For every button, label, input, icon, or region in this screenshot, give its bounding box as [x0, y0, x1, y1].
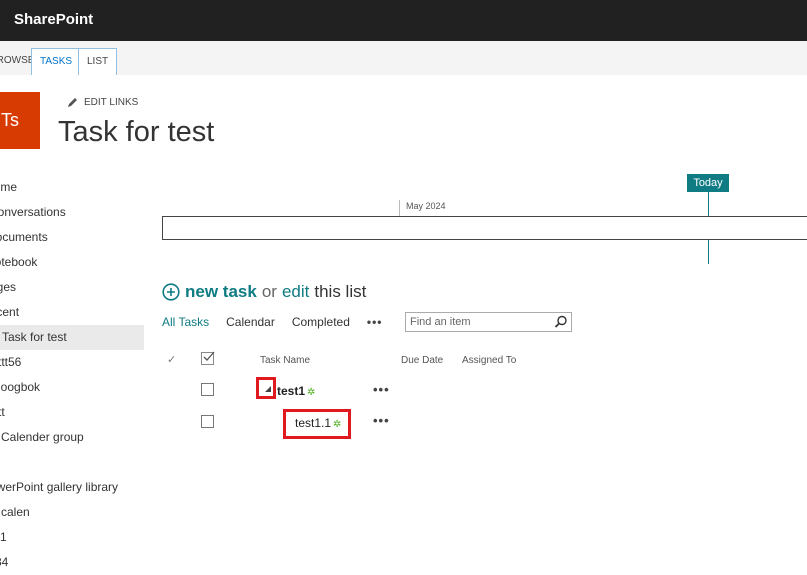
- new-item-icon: ✲: [333, 419, 342, 430]
- sidebar-item-34[interactable]: 34: [0, 550, 144, 575]
- timeline-today-marker: Today: [687, 174, 729, 192]
- site-logo[interactable]: Ts: [0, 92, 40, 149]
- suite-bar: SharePoint: [0, 0, 807, 41]
- sidebar-item-1[interactable]: 1: [0, 525, 144, 550]
- new-task-link[interactable]: new task: [185, 282, 257, 302]
- pencil-icon: [68, 98, 77, 107]
- sidebar-item-loogbok[interactable]: loogbok: [0, 375, 144, 400]
- sidebar-item-calender-group[interactable]: Calender group: [0, 425, 144, 450]
- table-row-subtask-name[interactable]: test1.1 ✲: [295, 416, 341, 430]
- tab-tasks[interactable]: TASKS: [31, 48, 82, 75]
- check-icon: [203, 351, 215, 361]
- new-item-icon: ✲: [307, 387, 316, 398]
- table-row-task-name[interactable]: test1 ✲: [277, 384, 315, 398]
- sidebar-item-documents[interactable]: Documents: [0, 225, 144, 250]
- sidebar-item-tt[interactable]: tt: [0, 400, 144, 425]
- row-checkbox-test1-1[interactable]: [201, 415, 214, 428]
- or-text: or: [261, 282, 277, 301]
- column-header-assigned-to[interactable]: Assigned To: [462, 355, 516, 366]
- checkmark-icon: ✓: [167, 354, 177, 366]
- search-icon[interactable]: [554, 315, 568, 329]
- more-views-ellipsis[interactable]: •••: [367, 315, 383, 329]
- sidebar-item-calen[interactable]: calen: [0, 500, 144, 525]
- search-input[interactable]: [410, 315, 548, 329]
- new-task-row: new task or edit this list: [162, 282, 366, 302]
- page-title: Task for test: [58, 116, 215, 148]
- add-circle-icon[interactable]: [162, 283, 180, 301]
- sidebar-item-powerpoint-gallery-library[interactable]: PowerPoint gallery library: [0, 475, 144, 500]
- sidebar-item-home[interactable]: Home: [0, 175, 144, 200]
- timeline-month-tick: [399, 200, 400, 216]
- sharepoint-brand[interactable]: SharePoint: [14, 11, 93, 28]
- timeline-bar[interactable]: [162, 216, 807, 240]
- row-checkbox-test1[interactable]: [201, 383, 214, 396]
- sidebar-item-recent[interactable]: Recent: [0, 300, 144, 325]
- sidebar-item-conversations[interactable]: Conversations: [0, 200, 144, 225]
- search-box: [405, 312, 572, 332]
- view-selector: All Tasks Calendar Completed •••: [162, 313, 382, 331]
- this-list-text: this list: [314, 282, 367, 301]
- sidebar-item-ttt56[interactable]: ttt56: [0, 350, 144, 375]
- view-completed[interactable]: Completed: [292, 315, 350, 329]
- edit-links[interactable]: EDIT LINKS: [67, 97, 138, 108]
- ribbon: BROWSE TASKS LIST: [0, 41, 807, 75]
- sidebar-item-pages[interactable]: Pages: [0, 275, 144, 300]
- tab-list[interactable]: LIST: [78, 48, 118, 75]
- column-header-task-name[interactable]: Task Name: [260, 355, 310, 366]
- row-menu-ellipsis-test1-1[interactable]: •••: [373, 413, 390, 428]
- column-header-due-date[interactable]: Due Date: [401, 355, 443, 366]
- sidebar-item-notebook[interactable]: Notebook: [0, 250, 144, 275]
- view-calendar[interactable]: Calendar: [226, 315, 275, 329]
- edit-links-label: EDIT LINKS: [84, 97, 139, 108]
- select-all-checkbox[interactable]: [201, 351, 215, 365]
- edit-list-link[interactable]: edit: [282, 282, 309, 302]
- collapse-triangle-icon: [265, 386, 271, 392]
- row-menu-ellipsis-test1[interactable]: •••: [373, 382, 390, 397]
- sidebar-item-task-for-test[interactable]: Task for test: [0, 325, 144, 350]
- view-all-tasks[interactable]: All Tasks: [162, 315, 209, 329]
- timeline-month-label: May 2024: [406, 201, 446, 211]
- collapse-subtasks-toggle[interactable]: [256, 377, 276, 399]
